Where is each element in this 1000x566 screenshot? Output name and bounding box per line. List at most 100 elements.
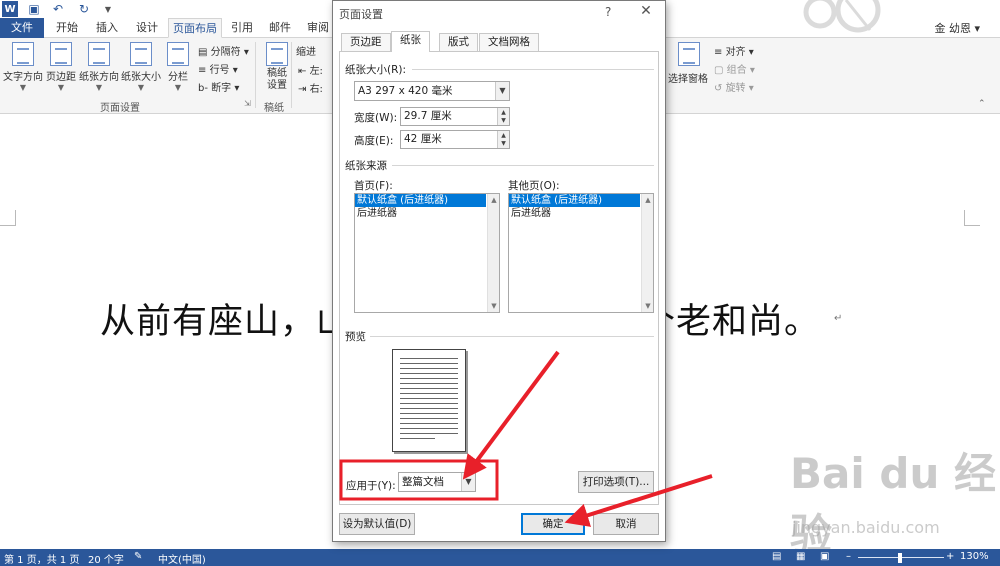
indent-left-text: 左: bbox=[309, 66, 323, 77]
proofing-icon[interactable]: ✎ bbox=[134, 551, 142, 562]
list-item[interactable]: 后进纸器 bbox=[355, 207, 486, 220]
height-spinner[interactable]: 42 厘米 ▲ ▼ bbox=[400, 130, 510, 149]
columns-icon bbox=[167, 42, 189, 66]
width-spinner[interactable]: 29.7 厘米 ▲ ▼ bbox=[400, 107, 510, 126]
zoom-in-icon[interactable]: + bbox=[946, 551, 954, 562]
text-direction-icon bbox=[12, 42, 34, 66]
print-options-button[interactable]: 打印选项(T)... bbox=[578, 471, 654, 493]
selection-pane-label: 选择窗格 bbox=[668, 74, 708, 85]
align-button[interactable]: ≡ 对齐 ▾ bbox=[714, 43, 754, 58]
tab-design[interactable]: 设计 bbox=[128, 18, 166, 38]
page-count[interactable]: 第 1 页，共 1 页 bbox=[4, 551, 79, 566]
read-mode-icon[interactable]: ▤ bbox=[772, 551, 781, 562]
scroll-down-icon[interactable]: ▼ bbox=[642, 300, 654, 312]
zoom-level[interactable]: 130% bbox=[960, 551, 989, 562]
first-page-label: 首页(F): bbox=[354, 180, 393, 192]
spin-down-icon[interactable]: ▼ bbox=[497, 139, 509, 148]
line-numbers-label: 行号 bbox=[209, 65, 230, 76]
web-layout-icon[interactable]: ▣ bbox=[820, 551, 829, 562]
scrollbar[interactable]: ▲ ▼ bbox=[487, 194, 499, 312]
undo-icon[interactable]: ↶ bbox=[50, 1, 66, 17]
scroll-up-icon[interactable]: ▲ bbox=[642, 194, 654, 206]
set-as-default-button[interactable]: 设为默认值(D) bbox=[339, 513, 415, 535]
columns-button[interactable]: 分栏 ▼ bbox=[157, 42, 199, 92]
line-numbers-button[interactable]: ≡ 行号 ▾ bbox=[198, 61, 238, 76]
cancel-button[interactable]: 取消 bbox=[593, 513, 659, 535]
group-button: ▢ 组合 ▾ bbox=[714, 65, 755, 76]
paper-size-ribbon-label: 纸张大小 bbox=[121, 72, 161, 83]
scrollbar[interactable]: ▲ ▼ bbox=[641, 194, 653, 312]
scroll-up-icon[interactable]: ▲ bbox=[488, 194, 500, 206]
align-label: 对齐 bbox=[725, 47, 746, 58]
other-pages-tray-list[interactable]: 默认纸盒 (后进纸器) 后进纸器 ▲ ▼ bbox=[508, 193, 654, 313]
text-direction-label: 文字方向 bbox=[3, 72, 43, 83]
save-icon[interactable]: ▣ bbox=[26, 1, 42, 17]
help-button[interactable]: ? bbox=[605, 5, 611, 19]
decorative-graphic bbox=[803, 0, 881, 33]
tab-review[interactable]: 审阅 bbox=[300, 18, 336, 38]
watermark-url: jingyan.baidu.com bbox=[792, 518, 940, 537]
margin-corner-marker bbox=[964, 210, 980, 226]
list-item[interactable]: 后进纸器 bbox=[509, 207, 640, 220]
scroll-down-icon[interactable]: ▼ bbox=[488, 300, 500, 312]
zoom-out-icon[interactable]: – bbox=[846, 551, 851, 562]
close-button[interactable]: ✕ bbox=[636, 3, 656, 19]
ok-button[interactable]: 确定 bbox=[521, 513, 585, 535]
margins-button[interactable]: 页边距 ▼ bbox=[40, 42, 82, 92]
collapse-ribbon-icon[interactable]: ⌃ bbox=[978, 99, 986, 109]
text-direction-button[interactable]: 文字方向 ▼ bbox=[2, 42, 44, 92]
tab-layout[interactable]: 版式 bbox=[439, 33, 478, 51]
manuscript-icon bbox=[266, 42, 288, 66]
indent-label: 缩进 bbox=[296, 47, 316, 58]
spin-down-icon[interactable]: ▼ bbox=[497, 116, 509, 125]
page-setup-dialog: 页面设置 ? ✕ 页边距 纸张 版式 文档网格 纸张大小(R): A3 297 … bbox=[332, 0, 666, 542]
user-account[interactable]: 金 幼恩 ▾ bbox=[934, 20, 980, 36]
page-setup-launcher-icon[interactable]: ⇲ bbox=[244, 99, 251, 108]
tab-references[interactable]: 引用 bbox=[224, 18, 260, 38]
orientation-label: 纸张方向 bbox=[79, 72, 119, 83]
breaks-button[interactable]: ▤ 分隔符 ▾ bbox=[198, 43, 249, 58]
tab-home[interactable]: 开始 bbox=[48, 18, 86, 38]
manuscript-settings-label: 稿纸 设置 bbox=[267, 68, 287, 91]
print-layout-icon[interactable]: ▦ bbox=[796, 551, 805, 562]
tab-page-layout[interactable]: 页面布局 bbox=[168, 18, 222, 38]
list-item[interactable]: 默认纸盒 (后进纸器) bbox=[509, 194, 640, 207]
tab-margins[interactable]: 页边距 bbox=[341, 33, 391, 51]
paper-size-value: A3 297 x 420 毫米 bbox=[358, 85, 453, 97]
tab-insert[interactable]: 插入 bbox=[88, 18, 126, 38]
customize-toolbar-icon[interactable]: ▼ bbox=[100, 1, 116, 17]
margins-icon bbox=[50, 42, 72, 66]
chevron-down-icon: ▼ bbox=[137, 83, 145, 92]
selection-pane-icon bbox=[678, 42, 700, 66]
paper-size-select[interactable]: A3 297 x 420 毫米 ▼ bbox=[354, 81, 510, 101]
tab-mailings[interactable]: 邮件 bbox=[262, 18, 298, 38]
section-divider bbox=[412, 69, 654, 70]
list-item[interactable]: 默认纸盒 (后进纸器) bbox=[355, 194, 486, 207]
orientation-button[interactable]: 纸张方向 ▼ bbox=[78, 42, 120, 92]
apply-to-value: 整篇文档 bbox=[402, 476, 444, 488]
apply-to-select[interactable]: 整篇文档 ▼ bbox=[398, 472, 476, 492]
tab-paper[interactable]: 纸张 bbox=[391, 31, 430, 52]
indent-right-label: ⇥ 右: bbox=[298, 84, 323, 95]
first-page-tray-list[interactable]: 默认纸盒 (后进纸器) 后进纸器 ▲ ▼ bbox=[354, 193, 500, 313]
redo-icon[interactable]: ↻ bbox=[76, 1, 92, 17]
tab-file[interactable]: 文件 bbox=[0, 18, 44, 38]
rotate-label: 旋转 bbox=[725, 83, 746, 94]
watermark-logo: Bai du 经验 bbox=[790, 449, 996, 559]
tab-document-grid[interactable]: 文档网格 bbox=[479, 33, 539, 51]
preview-label: 预览 bbox=[345, 331, 366, 343]
columns-label: 分栏 bbox=[168, 72, 188, 83]
section-divider bbox=[370, 336, 654, 337]
paper-size-button[interactable]: 纸张大小 ▼ bbox=[120, 42, 162, 92]
paper-size-icon bbox=[130, 42, 152, 66]
paragraph-mark-icon: ↵ bbox=[834, 313, 843, 324]
zoom-slider-thumb[interactable] bbox=[898, 553, 902, 563]
page-preview bbox=[392, 349, 466, 452]
hyphenation-button[interactable]: b‑ 断字 ▾ bbox=[198, 79, 239, 94]
selection-pane-button[interactable] bbox=[670, 42, 708, 68]
dialog-title: 页面设置 bbox=[339, 8, 383, 21]
word-count[interactable]: 20 个字 bbox=[88, 551, 124, 566]
close-icon: ✕ bbox=[640, 3, 652, 19]
paper-source-label: 纸张来源 bbox=[345, 160, 387, 172]
language-indicator[interactable]: 中文(中国) bbox=[158, 551, 206, 566]
